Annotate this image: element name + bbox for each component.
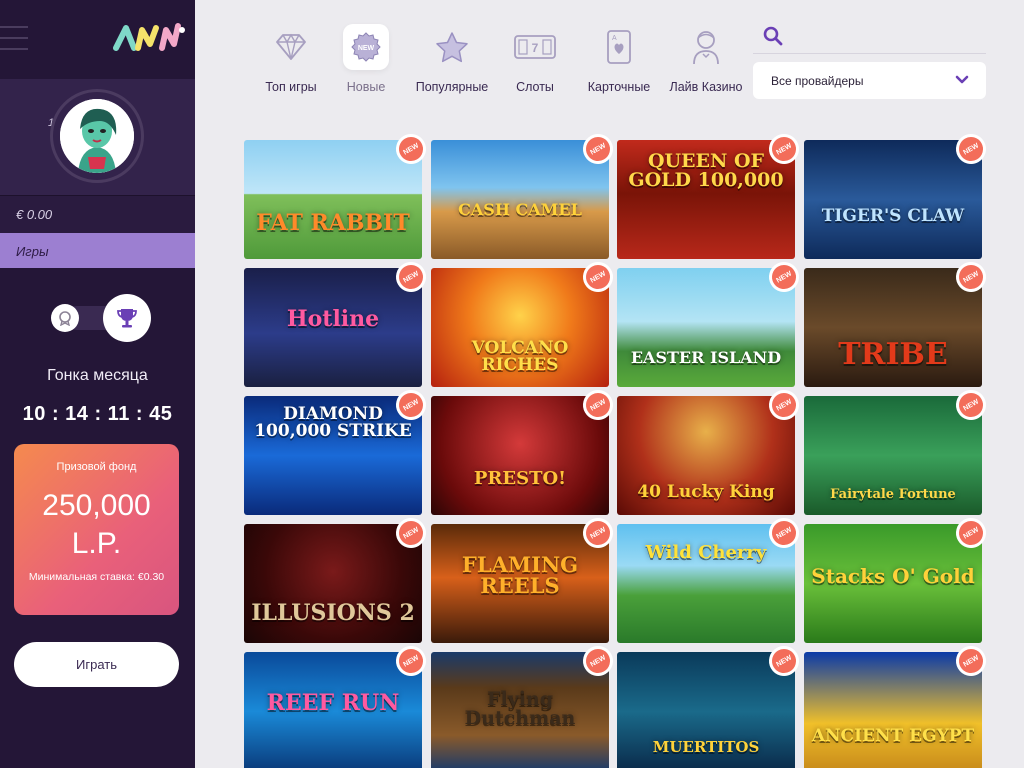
new-badge-icon: NEW bbox=[343, 24, 389, 70]
slot-machine-icon: 7 bbox=[512, 24, 558, 70]
chevron-down-icon bbox=[955, 75, 969, 84]
game-tile[interactable]: FLAMING REELS bbox=[431, 524, 609, 643]
game-title: MUERTITOS bbox=[652, 738, 760, 756]
game-title: Flying Dutchman bbox=[464, 688, 576, 729]
tab-top-games[interactable]: Топ игры bbox=[258, 24, 324, 94]
game-tile[interactable]: Fairytale Fortune bbox=[804, 396, 982, 515]
menu-icon[interactable] bbox=[0, 26, 30, 59]
game-title: REEF RUN bbox=[266, 690, 400, 716]
search-icon[interactable] bbox=[763, 26, 783, 46]
avatar[interactable] bbox=[60, 99, 134, 173]
game-tile[interactable]: Hotline bbox=[244, 268, 422, 387]
tab-cards[interactable]: A Карточные bbox=[584, 24, 654, 94]
game-title: Wild Cherry bbox=[645, 542, 767, 563]
category-nav: Топ игры NEW Новые Популярные 7 Слоты A … bbox=[258, 24, 746, 94]
medal-icon[interactable] bbox=[51, 304, 79, 332]
svg-text:A: A bbox=[612, 35, 617, 42]
playing-card-icon: A bbox=[596, 24, 642, 70]
game-title: ANCIENT EGYPT bbox=[811, 726, 975, 746]
game-title: EASTER ISLAND bbox=[630, 348, 782, 367]
tab-slots[interactable]: 7 Слоты bbox=[510, 24, 560, 94]
svg-text:7: 7 bbox=[532, 41, 539, 55]
game-title: DIAMOND 100,000 STRIKE bbox=[254, 404, 412, 441]
game-tile[interactable]: CASH CAMEL bbox=[431, 140, 609, 259]
game-title: ILLUSIONS 2 bbox=[251, 600, 415, 626]
game-title: Fairytale Fortune bbox=[830, 487, 956, 502]
game-tile[interactable]: Wild Cherry bbox=[617, 524, 795, 643]
tab-popular[interactable]: Популярные bbox=[410, 24, 494, 94]
game-tile[interactable]: Stacks O' Gold bbox=[804, 524, 982, 643]
game-tile[interactable]: 40 Lucky King bbox=[617, 396, 795, 515]
game-title: TRIBE bbox=[838, 337, 948, 372]
game-title: PRESTO! bbox=[473, 468, 567, 489]
provider-select-value: Все провайдеры bbox=[771, 74, 864, 88]
game-title: Stacks O' Gold bbox=[811, 564, 975, 588]
game-tile[interactable]: ANCIENT EGYPT bbox=[804, 652, 982, 768]
game-title: CASH CAMEL bbox=[458, 200, 582, 219]
game-tile[interactable]: PRESTO! bbox=[431, 396, 609, 515]
game-title: TIGER'S CLAW bbox=[821, 206, 965, 226]
star-icon bbox=[429, 24, 475, 70]
sidebar: 1 € 0.00 Игры Гонка месяца 10 : 14 : 11 bbox=[0, 0, 195, 768]
profile-card: 1 bbox=[0, 79, 195, 196]
sidebar-item-games[interactable]: Игры bbox=[0, 233, 195, 268]
prize-value-unit: L.P. bbox=[71, 527, 122, 560]
game-tile[interactable]: TIGER'S CLAW bbox=[804, 140, 982, 259]
min-bet: Минимальная ставка: €0.30 bbox=[28, 571, 165, 583]
prize-pool-card: Призовой фонд 250,000 L.P. Минимальная с… bbox=[14, 444, 179, 615]
game-tile[interactable]: ILLUSIONS 2 bbox=[244, 524, 422, 643]
game-title: QUEEN OF GOLD 100,000 bbox=[628, 150, 784, 191]
game-tile[interactable]: TRIBE bbox=[804, 268, 982, 387]
game-title: VOLCANO RICHES bbox=[471, 338, 569, 375]
dealer-icon bbox=[683, 24, 729, 70]
tab-label: Карточные bbox=[587, 80, 651, 94]
game-tile[interactable]: EASTER ISLAND bbox=[617, 268, 795, 387]
game-tile[interactable]: Flying Dutchman bbox=[431, 652, 609, 768]
game-tile[interactable]: MUERTITOS bbox=[617, 652, 795, 768]
tab-label: Популярные bbox=[415, 80, 489, 94]
diamond-icon bbox=[268, 24, 314, 70]
game-tile[interactable]: QUEEN OF GOLD 100,000 bbox=[617, 140, 795, 259]
play-button[interactable]: Играть bbox=[14, 642, 179, 687]
game-tile[interactable]: REEF RUN bbox=[244, 652, 422, 768]
race-title: Гонка месяца bbox=[47, 367, 148, 384]
trophy-icon[interactable] bbox=[103, 294, 151, 342]
game-tile[interactable]: VOLCANO RICHES bbox=[431, 268, 609, 387]
balance: € 0.00 bbox=[0, 196, 195, 233]
brand-logo[interactable] bbox=[112, 18, 188, 54]
game-tile[interactable]: DIAMOND 100,000 STRIKE bbox=[244, 396, 422, 515]
tab-new[interactable]: NEW Новые bbox=[332, 24, 400, 94]
game-tile[interactable]: FAT RABBIT bbox=[244, 140, 422, 259]
tab-label: Новые bbox=[346, 80, 386, 94]
prize-value-amount: 250,000 bbox=[42, 489, 151, 522]
tab-label: Лайв Казино bbox=[669, 80, 743, 94]
provider-select[interactable]: Все провайдеры bbox=[753, 62, 986, 99]
game-title: FAT RABBIT bbox=[256, 210, 410, 236]
game-title: 40 Lucky King bbox=[637, 482, 775, 502]
race-timer: 10 : 14 : 11 : 45 bbox=[22, 403, 173, 425]
tab-label: Топ игры bbox=[265, 80, 317, 94]
sidebar-header bbox=[0, 0, 195, 79]
prize-label: Призовой фонд bbox=[56, 461, 137, 473]
game-title: Hotline bbox=[286, 306, 380, 332]
tab-label: Слоты bbox=[516, 80, 554, 94]
game-title: FLAMING REELS bbox=[461, 552, 579, 598]
search-bar[interactable] bbox=[753, 22, 986, 54]
tab-live-casino[interactable]: Лайв Казино bbox=[666, 24, 746, 94]
svg-text:NEW: NEW bbox=[358, 45, 375, 52]
